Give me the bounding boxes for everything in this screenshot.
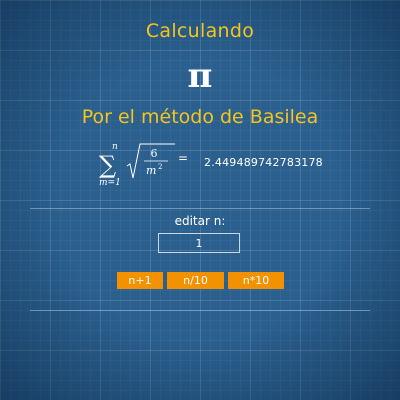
equals-sign: = — [178, 151, 188, 165]
n-plus-one-button[interactable]: n+1 — [117, 272, 163, 289]
sum-lower-limit: m=1 — [99, 178, 121, 188]
n-input[interactable] — [158, 233, 240, 253]
basel-formula: ∑ n m=1 6 m 2 = — [99, 142, 188, 188]
edit-n-label: editar n: — [174, 214, 226, 228]
n-divide-ten-button[interactable]: n/10 — [167, 272, 224, 289]
page-title: Calculando — [145, 20, 255, 42]
sum-upper-limit: n — [112, 142, 118, 152]
fraction-numerator: 6 — [151, 147, 158, 160]
denominator-exponent: 2 — [158, 163, 162, 171]
bottom-divider — [30, 310, 370, 311]
sum-symbol: ∑ — [99, 151, 116, 179]
page-subtitle: Por el método de Basilea — [81, 106, 319, 128]
n-times-ten-button[interactable]: n*10 — [228, 272, 284, 289]
pi-symbol: π — [187, 56, 213, 96]
fraction-denominator: m — [146, 164, 156, 177]
top-divider — [30, 208, 370, 209]
result-value: 2.449489742783178 — [204, 156, 323, 169]
